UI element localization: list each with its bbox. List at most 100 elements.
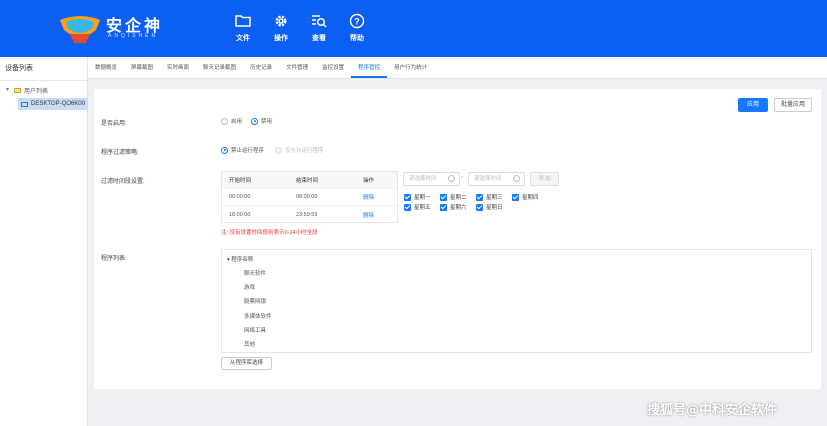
tab-monitor-settings[interactable]: 监控设置 <box>315 57 351 78</box>
brand-subtitle: ANQISHEN <box>108 33 159 39</box>
add-period-button[interactable]: 添 加 <box>530 172 559 186</box>
logo: 安企神 ANQISHEN <box>58 10 188 46</box>
enable-option-off-label: 禁用 <box>261 119 273 125</box>
nav-view-label: 查看 <box>312 35 326 42</box>
row-end: 23:59:59 <box>296 211 318 218</box>
program-category-media[interactable]: 多媒体软件 <box>244 312 272 320</box>
checkbox-checked[interactable] <box>512 193 519 201</box>
checkbox-checked[interactable] <box>404 193 411 201</box>
monitor-icon <box>21 101 28 107</box>
svg-text:?: ? <box>354 16 360 26</box>
period-note: 注: 没有设置时间段则表示0-24小时全段 <box>221 230 318 236</box>
nav-operate[interactable]: 操作 <box>263 13 299 43</box>
end-time-placeholder: 请选择时间 <box>474 176 502 182</box>
select-from-library-button[interactable]: 从程序库选择 <box>221 357 272 370</box>
weekday-mon[interactable]: 星期一 <box>404 193 431 201</box>
gear-icon <box>275 15 287 27</box>
top-nav: 文件 操作 查看 ? 帮助 <box>225 13 377 43</box>
weekday-label: 星期二 <box>450 195 467 201</box>
tree-device[interactable]: DESKTOP-QO6K00 <box>18 98 88 110</box>
program-list-label: 程序列表: <box>101 256 127 262</box>
folder-icon <box>235 15 251 27</box>
program-category-network[interactable]: 网络工具 <box>244 326 266 334</box>
weekday-sun[interactable]: 星期日 <box>476 203 503 211</box>
table-row: 18:00:00 23:59:59 删除 <box>222 206 397 223</box>
program-category-chat[interactable]: 聊天软件 <box>244 269 266 277</box>
clock-icon <box>448 175 455 182</box>
logo-mark-icon <box>60 16 100 43</box>
enable-option-on-label: 启用 <box>231 119 243 125</box>
weekday-label: 星期六 <box>450 205 467 211</box>
radio-allow-only[interactable] <box>275 146 282 154</box>
end-time-picker[interactable]: 请选择时间 <box>468 172 525 186</box>
weekday-fri[interactable]: 星期五 <box>404 203 431 211</box>
sidebar-title: 设备列表 <box>0 57 87 81</box>
row-start: 00:00:00 <box>229 194 251 200</box>
program-tree-root[interactable]: ▾ 程序名称 <box>227 255 253 263</box>
checkbox-checked[interactable] <box>440 203 447 211</box>
tab-bar: 数据概览 屏幕截图 实时画面 聊天记录截图 历史记录 文件管理 监控设置 程序管… <box>88 57 827 79</box>
program-tree: ▾ 程序名称 聊天软件 游戏 股票网银 多媒体软件 网络工具 其他 <box>221 249 812 353</box>
tab-chat-screenshots[interactable]: 聊天记录截图 <box>196 57 243 78</box>
enable-option-on[interactable]: 启用 <box>221 117 242 125</box>
tab-overview[interactable]: 数据概览 <box>88 57 124 78</box>
column-start: 开始时间 <box>229 178 252 184</box>
strategy-allow-only[interactable]: 仅允许运行程序 <box>275 146 324 154</box>
radio-enable[interactable] <box>221 117 228 125</box>
tab-screenshots[interactable]: 屏幕截图 <box>124 57 160 78</box>
tree-device-label: DESKTOP-QO6K00 <box>31 101 85 107</box>
apply-button[interactable]: 应用 <box>738 98 768 112</box>
tree-root[interactable]: ▼ 用户列表 <box>0 84 87 96</box>
tab-live[interactable]: 实时画面 <box>160 57 196 78</box>
tree-root-label: 用户列表 <box>23 88 48 95</box>
nav-file[interactable]: 文件 <box>225 13 261 43</box>
delete-link[interactable]: 删除 <box>363 195 374 201</box>
checkbox-checked[interactable] <box>440 193 447 201</box>
batch-apply-button[interactable]: 批量应用 <box>774 98 812 112</box>
radio-disable[interactable] <box>251 117 258 125</box>
weekday-sat[interactable]: 星期六 <box>440 203 467 211</box>
radio-block-programs[interactable] <box>221 146 228 154</box>
enable-option-off[interactable]: 禁用 <box>251 117 272 125</box>
tab-files[interactable]: 文件管理 <box>279 57 315 78</box>
checkbox-checked[interactable] <box>476 193 483 201</box>
nav-view[interactable]: 查看 <box>301 13 337 43</box>
tab-user-stats[interactable]: 用户行为统计 <box>387 57 434 78</box>
weekday-label: 星期一 <box>414 195 431 201</box>
column-action: 操作 <box>363 178 375 184</box>
watermark: 搜狐号@中科安企软件 <box>647 403 778 418</box>
tab-history[interactable]: 历史记录 <box>243 57 279 78</box>
program-control-panel: 应用 批量应用 是否启用: 启用 禁用 程序过滤策略: 禁止运行程序 仅允许运行… <box>94 89 821 389</box>
table-header: 开始时间 结束时间 操作 <box>222 172 397 189</box>
range-separator: - <box>461 174 464 181</box>
program-category-games[interactable]: 游戏 <box>244 283 255 291</box>
tab-program-control[interactable]: 程序管控 <box>351 57 388 78</box>
strategy-allow-only-label: 仅允许运行程序 <box>285 148 324 154</box>
weekday-wed[interactable]: 星期三 <box>476 193 503 201</box>
delete-link[interactable]: 删除 <box>363 213 374 219</box>
folder-icon <box>13 87 21 93</box>
nav-help[interactable]: ? 帮助 <box>339 13 375 43</box>
search-list-icon <box>312 15 327 28</box>
sidebar: 设备列表 ▼ 用户列表 DESKTOP-QO6K00 <box>0 57 88 426</box>
nav-file-label: 文件 <box>236 35 250 42</box>
checkbox-checked[interactable] <box>476 203 483 211</box>
weekday-tue[interactable]: 星期二 <box>440 193 467 201</box>
top-bar: 安企神 ANQISHEN 文件 操作 查看 ? 帮助 <box>0 0 827 57</box>
clock-icon <box>513 175 520 182</box>
table-row: 00:00:00 08:00:00 删除 <box>222 189 397 206</box>
program-category-other[interactable]: 其他 <box>244 340 255 348</box>
weekday-thu[interactable]: 星期四 <box>512 193 539 201</box>
caret-down-icon[interactable]: ▼ <box>5 87 10 93</box>
start-time-placeholder: 请选择时间 <box>409 176 437 182</box>
checkbox-checked[interactable] <box>404 203 411 211</box>
weekday-label: 星期日 <box>486 205 503 211</box>
nav-operate-label: 操作 <box>274 35 288 42</box>
strategy-label: 程序过滤策略: <box>101 150 139 156</box>
nav-help-label: 帮助 <box>350 35 364 42</box>
start-time-picker[interactable]: 请选择时间 <box>403 172 460 186</box>
program-category-stocks[interactable]: 股票网银 <box>244 297 266 305</box>
help-icon: ? <box>349 13 365 29</box>
strategy-block[interactable]: 禁止运行程序 <box>221 146 264 154</box>
column-end: 结束时间 <box>296 178 319 184</box>
